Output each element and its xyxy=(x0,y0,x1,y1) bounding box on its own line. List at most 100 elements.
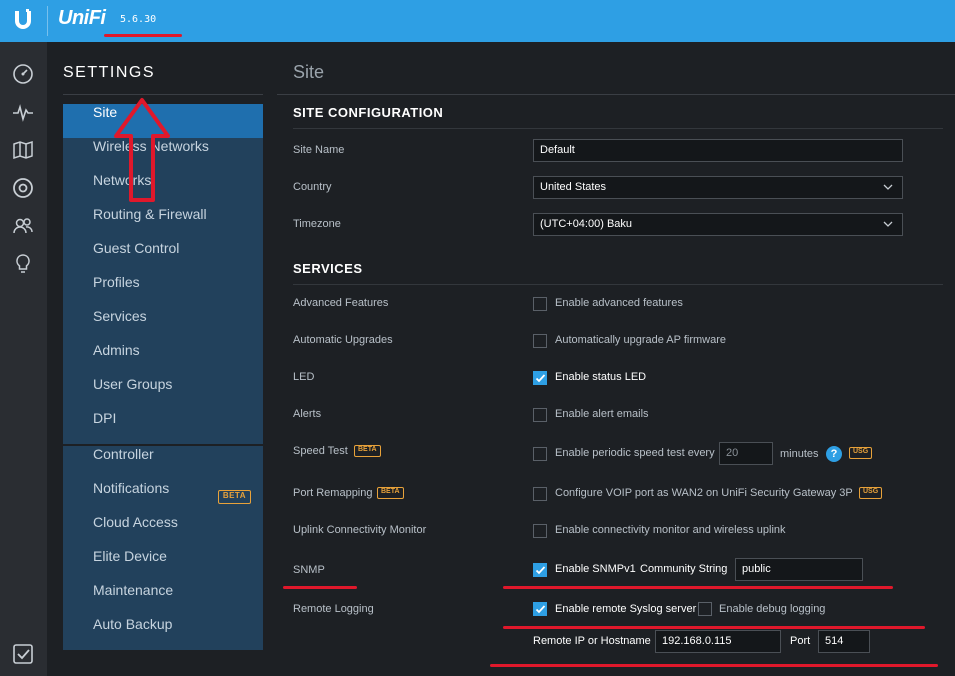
menu-item-site[interactable]: Site xyxy=(63,104,263,138)
speed-test-label: Speed Test xyxy=(293,445,348,457)
menu-item-user-groups[interactable]: User Groups xyxy=(63,376,263,410)
tasks-icon[interactable] xyxy=(11,642,35,666)
country-select[interactable]: United States xyxy=(533,176,903,199)
snmp-checkbox[interactable] xyxy=(533,563,547,577)
menu-item-label: Wireless Networks xyxy=(93,138,209,154)
menu-item-label: Auto Backup xyxy=(93,616,173,632)
port-remapping-label: Port Remapping xyxy=(293,487,373,499)
community-string-label: Community String xyxy=(640,563,728,575)
menu-item-admins[interactable]: Admins xyxy=(63,342,263,376)
menu-item-label: Profiles xyxy=(93,274,140,290)
menu-item-elite-device[interactable]: Elite Device xyxy=(63,548,263,582)
chevron-down-icon xyxy=(883,184,893,190)
clients-icon[interactable] xyxy=(11,214,35,238)
checkmark-icon xyxy=(535,566,546,575)
menu-item-label: Admins xyxy=(93,342,140,358)
checkmark-icon xyxy=(535,605,546,614)
annotation-underline xyxy=(490,664,938,667)
remote-ip-label: Remote IP or Hostname xyxy=(533,635,651,647)
speed-test-checkbox[interactable] xyxy=(533,447,547,461)
menu-item-label: User Groups xyxy=(93,376,173,392)
help-icon[interactable]: ? xyxy=(826,446,842,462)
dashboard-icon[interactable] xyxy=(11,62,35,86)
annotation-underline xyxy=(283,586,357,589)
menu-item-controller[interactable]: Controller xyxy=(63,446,263,480)
snmp-checkbox-label[interactable]: Enable SNMPv1 xyxy=(555,563,636,575)
beta-badge: BETA xyxy=(377,487,404,499)
debug-logging-checkbox-label[interactable]: Enable debug logging xyxy=(719,603,825,615)
auto-upgrade-checkbox[interactable] xyxy=(533,334,547,348)
menu-item-label: Site xyxy=(93,104,118,120)
menu-item-guest-control[interactable]: Guest Control xyxy=(63,240,263,274)
port-remapping-checkbox-label[interactable]: Configure VOIP port as WAN2 on UniFi Sec… xyxy=(555,487,853,499)
logo-divider xyxy=(47,6,48,36)
uplink-monitor-checkbox-label[interactable]: Enable connectivity monitor and wireless… xyxy=(555,524,786,536)
alert-emails-checkbox-label[interactable]: Enable alert emails xyxy=(555,408,649,420)
menu-item-label: DPI xyxy=(93,410,117,426)
site-name-label: Site Name xyxy=(293,144,345,156)
chevron-down-icon xyxy=(883,221,893,227)
usg-badge: USG xyxy=(849,447,873,459)
debug-logging-checkbox[interactable] xyxy=(698,602,712,616)
menu-item-label: Routing & Firewall xyxy=(93,206,207,222)
statistics-icon[interactable] xyxy=(11,100,35,124)
menu-item-label: Notifications xyxy=(93,480,170,496)
brand-name[interactable]: UniFi xyxy=(58,7,106,30)
ubiquiti-logo-icon[interactable] xyxy=(10,6,36,34)
remote-syslog-checkbox[interactable] xyxy=(533,602,547,616)
advanced-features-label: Advanced Features xyxy=(293,297,389,309)
menu-item-dpi[interactable]: DPI xyxy=(63,410,263,444)
menu-item-label: Networks xyxy=(93,172,152,188)
map-icon[interactable] xyxy=(11,138,35,162)
speed-test-interval-input[interactable]: 20 xyxy=(719,442,773,465)
usg-badge: USG xyxy=(859,487,883,499)
remote-syslog-checkbox-label[interactable]: Enable remote Syslog server xyxy=(555,603,696,615)
timezone-select[interactable]: (UTC+04:00) Baku xyxy=(533,213,903,236)
led-label: LED xyxy=(293,371,315,383)
menu-item-wireless-networks[interactable]: Wireless Networks xyxy=(63,138,263,172)
menu-item-routing-firewall[interactable]: Routing & Firewall xyxy=(63,206,263,240)
settings-menu-secondary: Controller Notifications BETA Cloud Acces… xyxy=(63,444,263,650)
site-config-heading: SITE CONFIGURATION xyxy=(293,105,444,120)
community-string-input[interactable]: public xyxy=(735,558,863,581)
settings-menu-primary: Site Wireless Networks Networks Routing … xyxy=(63,104,263,444)
menu-item-cloud-access[interactable]: Cloud Access xyxy=(63,514,263,548)
annotation-underline xyxy=(104,34,182,37)
beta-badge: BETA xyxy=(354,445,381,457)
annotation-underline xyxy=(503,586,893,589)
menu-item-label: Cloud Access xyxy=(93,514,178,530)
minutes-label: minutes xyxy=(780,448,819,460)
menu-item-services[interactable]: Services xyxy=(63,308,263,342)
port-input[interactable]: 514 xyxy=(818,630,870,653)
menu-item-label: Controller xyxy=(93,446,154,462)
menu-item-maintenance[interactable]: Maintenance xyxy=(63,582,263,616)
menu-item-profiles[interactable]: Profiles xyxy=(63,274,263,308)
services-heading: SERVICES xyxy=(293,261,363,276)
insights-icon[interactable] xyxy=(11,252,35,276)
speed-test-checkbox-label[interactable]: Enable periodic speed test every xyxy=(555,447,715,459)
status-led-checkbox-label[interactable]: Enable status LED xyxy=(555,371,646,383)
country-select-value: United States xyxy=(540,181,607,193)
checkmark-icon xyxy=(535,374,546,383)
menu-item-label: Services xyxy=(93,308,147,324)
section-divider xyxy=(293,284,943,285)
timezone-label: Timezone xyxy=(293,218,341,230)
site-name-input[interactable]: Default xyxy=(533,139,903,162)
uplink-monitor-checkbox[interactable] xyxy=(533,524,547,538)
advanced-features-checkbox[interactable] xyxy=(533,297,547,311)
remote-ip-input[interactable]: 192.168.0.115 xyxy=(655,630,781,653)
port-remapping-checkbox[interactable] xyxy=(533,487,547,501)
annotation-underline xyxy=(503,626,925,629)
section-divider xyxy=(293,128,943,129)
advanced-features-checkbox-label[interactable]: Enable advanced features xyxy=(555,297,683,309)
menu-item-notifications[interactable]: Notifications BETA xyxy=(63,480,263,514)
alert-emails-checkbox[interactable] xyxy=(533,408,547,422)
settings-divider xyxy=(63,94,263,95)
devices-icon[interactable] xyxy=(11,176,35,200)
uplink-monitor-label: Uplink Connectivity Monitor xyxy=(293,524,427,536)
menu-item-auto-backup[interactable]: Auto Backup xyxy=(63,616,263,650)
settings-title: SETTINGS xyxy=(63,64,156,81)
menu-item-networks[interactable]: Networks xyxy=(63,172,263,206)
status-led-checkbox[interactable] xyxy=(533,371,547,385)
auto-upgrade-checkbox-label[interactable]: Automatically upgrade AP firmware xyxy=(555,334,726,346)
